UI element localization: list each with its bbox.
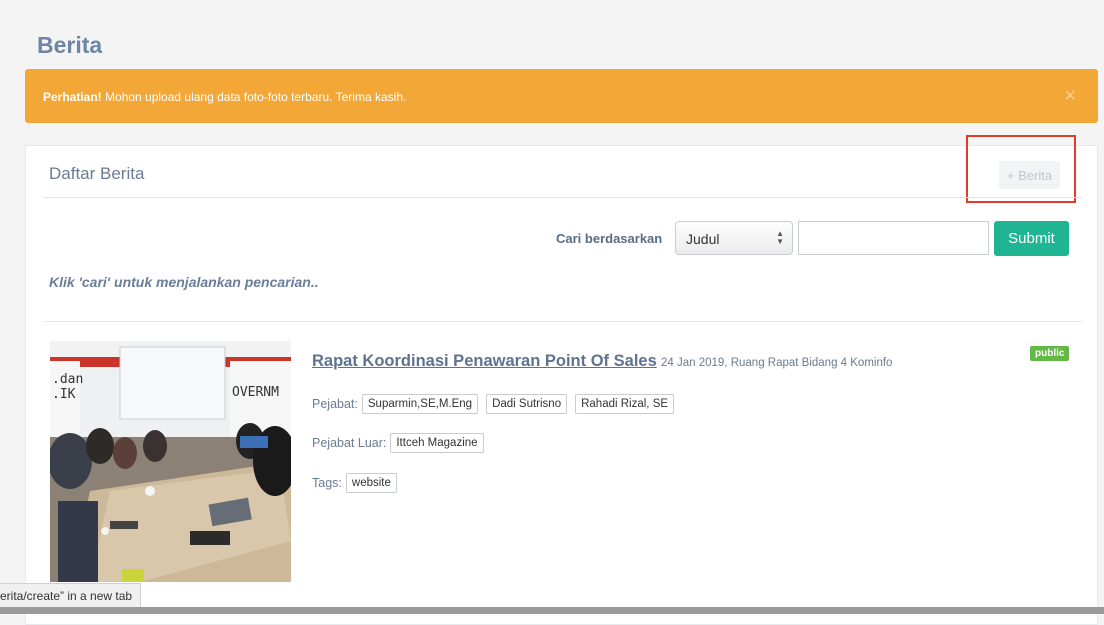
news-title-link[interactable]: Rapat Koordinasi Penawaran Point Of Sale… — [312, 352, 657, 371]
panel-title: Daftar Berita — [49, 164, 145, 183]
pejabat-tag[interactable]: Rahadi Rizal, SE — [575, 394, 675, 414]
tags-row: Tags: website — [312, 473, 405, 493]
alert-strong: Perhatian! — [43, 90, 102, 104]
pejabat-luar-label: Pejabat Luar: — [312, 436, 387, 450]
highlight-box — [966, 135, 1076, 203]
submit-button[interactable]: Submit — [994, 221, 1069, 256]
news-meta: 24 Jan 2019, Ruang Rapat Bidang 4 Kominf… — [661, 357, 893, 369]
pejabat-tag[interactable]: Dadi Sutrisno — [486, 394, 568, 414]
window-bottom-edge — [0, 607, 1104, 614]
search-hint: Klik 'cari' untuk menjalankan pencarian.… — [49, 274, 319, 290]
select-value: Judul — [686, 231, 720, 247]
pejabat-label: Pejabat: — [312, 397, 358, 411]
alert-message: Mohon upload ulang data foto-foto terbar… — [101, 90, 407, 104]
meeting-photo-image: .dan .IK OVERNM — [50, 341, 291, 582]
search-label: Cari berdasarkan — [556, 231, 663, 246]
status-badge: public — [1030, 346, 1070, 361]
page-title: Berita — [37, 32, 103, 58]
select-arrows-icon: ▲ ▼ — [776, 229, 784, 246]
tag-item[interactable]: website — [345, 473, 397, 493]
photo-text-3: OVERNM — [232, 385, 279, 400]
pejabat-tag[interactable]: Suparmin,SE,M.Eng — [361, 394, 479, 414]
pejabat-luar-tag[interactable]: Ittceh Magazine — [390, 433, 484, 453]
close-icon[interactable]: × — [1064, 86, 1076, 106]
tags-label: Tags: — [312, 476, 342, 490]
photo-text-1: .dan — [52, 372, 83, 387]
photo-text-2: .IK — [52, 387, 76, 402]
divider — [44, 197, 1082, 198]
divider — [44, 321, 1082, 322]
browser-status-bar: erita/create” in a new tab — [0, 583, 142, 609]
search-input[interactable] — [798, 221, 989, 255]
pejabat-luar-row: Pejabat Luar: Ittceh Magazine — [312, 433, 492, 453]
pejabat-row: Pejabat: Suparmin,SE,M.Eng Dadi Sutrisno… — [312, 394, 682, 414]
news-thumbnail[interactable]: .dan .IK OVERNM — [50, 341, 291, 582]
search-field-select[interactable]: Judul ▲ ▼ — [675, 221, 793, 255]
news-panel: Daftar Berita + Berita Cari berdasarkan … — [25, 135, 1098, 625]
warning-alert: Perhatian! Mohon upload ulang data foto-… — [25, 69, 1098, 123]
